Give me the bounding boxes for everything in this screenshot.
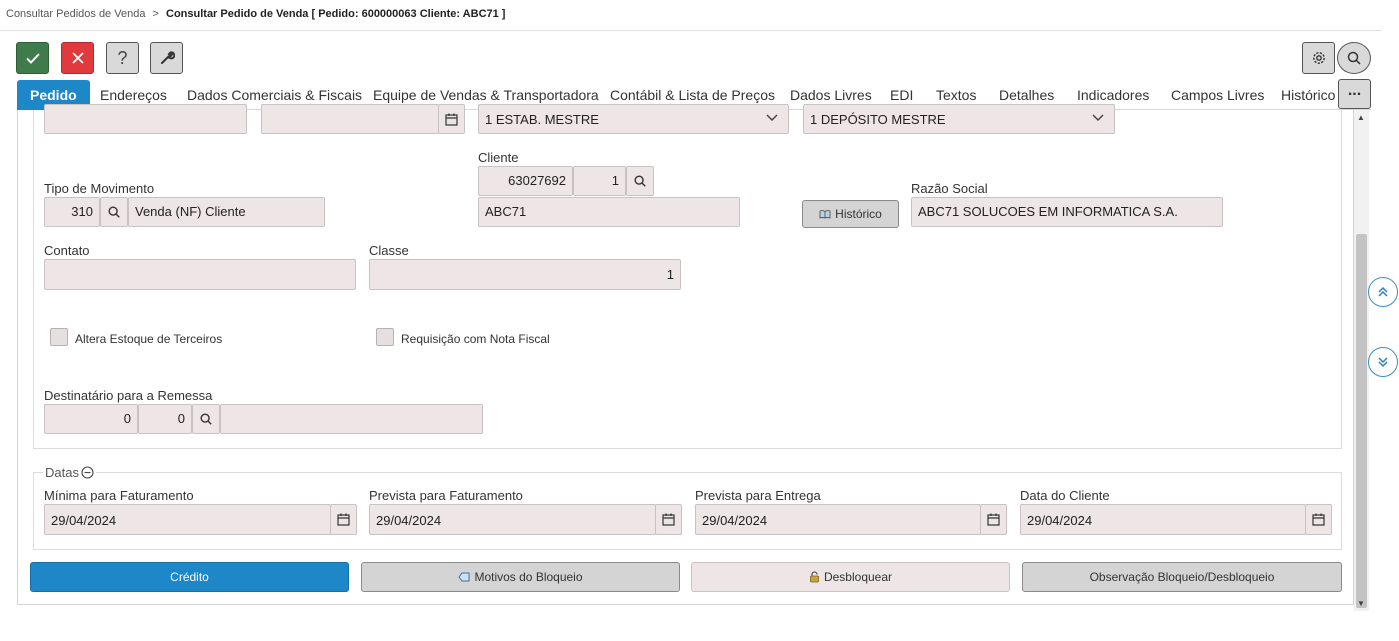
tipo-movimento-codigo[interactable]: 310 bbox=[44, 197, 100, 227]
destinatario-nome-field[interactable] bbox=[220, 404, 483, 434]
search-icon bbox=[1347, 51, 1361, 65]
datas-legend: Datas bbox=[43, 465, 96, 480]
wrench-icon bbox=[160, 51, 175, 64]
cliente-codigo-field[interactable]: 63027692 bbox=[478, 166, 573, 196]
razao-social-label: Razão Social bbox=[911, 181, 988, 196]
scroll-top-button[interactable] bbox=[1368, 277, 1398, 307]
more-icon: ... bbox=[1347, 82, 1362, 99]
credito-button-label: Crédito bbox=[170, 570, 209, 584]
contato-label: Contato bbox=[44, 243, 90, 258]
classe-label: Classe bbox=[369, 243, 409, 258]
minima-faturamento-label: Mínima para Faturamento bbox=[44, 488, 194, 503]
destinatario-label: Destinatário para a Remessa bbox=[44, 388, 213, 403]
search-button[interactable] bbox=[1337, 42, 1371, 74]
help-button[interactable]: ? bbox=[106, 42, 139, 74]
historico-button[interactable]: Histórico bbox=[802, 200, 899, 228]
cliente-loja-field[interactable]: 1 bbox=[573, 166, 626, 196]
scroll-bottom-button[interactable] bbox=[1368, 347, 1398, 377]
chevron-down-icon bbox=[766, 114, 778, 122]
motivos-bloqueio-button[interactable]: Motivos do Bloqueio bbox=[361, 562, 680, 592]
observacao-button[interactable]: Observação Bloqueio/Desbloqueio bbox=[1022, 562, 1342, 592]
estabelecimento-select[interactable]: 1 ESTAB. MESTRE bbox=[478, 104, 789, 134]
breadcrumb: Consultar Pedidos de Venda > Consultar P… bbox=[6, 8, 505, 20]
data-cliente-date-button[interactable] bbox=[1305, 504, 1332, 535]
book-icon bbox=[819, 210, 831, 219]
breadcrumb-parent[interactable]: Consultar Pedidos de Venda bbox=[6, 8, 145, 20]
prevista-faturamento-label: Prevista para Faturamento bbox=[369, 488, 523, 503]
date-picker-button[interactable] bbox=[438, 104, 465, 134]
prevista-entrega-field[interactable]: 29/04/2024 bbox=[695, 504, 981, 535]
minima-faturamento-date-button[interactable] bbox=[330, 504, 357, 535]
top-field-1[interactable] bbox=[44, 104, 247, 134]
tools-button[interactable] bbox=[150, 42, 183, 74]
deposito-select[interactable]: 1 DEPÓSITO MESTRE bbox=[803, 104, 1115, 134]
cliente-search-button[interactable] bbox=[626, 166, 654, 196]
desbloquear-label: Desbloquear bbox=[823, 570, 893, 584]
destinatario-codigo-field[interactable]: 0 bbox=[44, 404, 138, 434]
tag-icon bbox=[458, 572, 470, 582]
check-icon bbox=[25, 53, 40, 64]
contato-field[interactable] bbox=[44, 259, 356, 290]
close-icon bbox=[71, 52, 84, 64]
calendar-icon bbox=[337, 513, 350, 526]
requisicao-label: Requisição com Nota Fiscal bbox=[401, 332, 550, 346]
search-icon bbox=[108, 206, 120, 218]
prevista-entrega-date-button[interactable] bbox=[980, 504, 1007, 535]
calendar-icon bbox=[1312, 513, 1325, 526]
prevista-faturamento-field[interactable]: 29/04/2024 bbox=[369, 504, 656, 535]
tab-historico[interactable]: Histórico bbox=[1281, 80, 1335, 110]
destinatario-search-button[interactable] bbox=[192, 404, 220, 434]
altera-estoque-checkbox[interactable] bbox=[50, 328, 68, 346]
double-chevron-up-icon bbox=[1378, 286, 1388, 297]
calendar-icon bbox=[445, 113, 458, 126]
scroll-down-arrow-icon[interactable]: ▼ bbox=[1357, 599, 1365, 608]
motivos-bloqueio-label: Motivos do Bloqueio bbox=[474, 570, 583, 584]
data-cliente-label: Data do Cliente bbox=[1020, 488, 1110, 503]
search-icon bbox=[200, 413, 212, 425]
tipo-movimento-descricao[interactable]: Venda (NF) Cliente bbox=[128, 197, 325, 227]
deposito-value: 1 DEPÓSITO MESTRE bbox=[810, 112, 946, 127]
altera-estoque-label: Altera Estoque de Terceiros bbox=[75, 332, 223, 346]
minima-faturamento-field[interactable]: 29/04/2024 bbox=[44, 504, 331, 535]
unlock-icon bbox=[810, 571, 819, 583]
search-icon bbox=[634, 175, 646, 187]
collapse-icon[interactable] bbox=[81, 466, 94, 479]
breadcrumb-separator: > bbox=[152, 8, 159, 20]
classe-field[interactable]: 1 bbox=[369, 259, 681, 290]
calendar-icon bbox=[987, 513, 1000, 526]
destinatario-loja-field[interactable]: 0 bbox=[138, 404, 192, 434]
double-chevron-down-icon bbox=[1378, 357, 1388, 368]
header-divider bbox=[0, 30, 1382, 31]
razao-social-field[interactable]: ABC71 SOLUCOES EM INFORMATICA S.A. bbox=[911, 197, 1223, 227]
scrollbar-thumb[interactable] bbox=[1356, 234, 1367, 608]
breadcrumb-current: Consultar Pedido de Venda [ Pedido: 6000… bbox=[166, 8, 506, 20]
scroll-up-arrow-icon[interactable]: ▲ bbox=[1357, 113, 1365, 122]
observacao-label: Observação Bloqueio/Desbloqueio bbox=[1089, 570, 1275, 584]
prevista-faturamento-date-button[interactable] bbox=[655, 504, 682, 535]
data-cliente-field[interactable]: 29/04/2024 bbox=[1020, 504, 1306, 535]
tipo-movimento-label: Tipo de Movimento bbox=[44, 181, 155, 196]
confirm-button[interactable] bbox=[16, 42, 49, 74]
calendar-icon bbox=[662, 513, 675, 526]
prevista-entrega-label: Prevista para Entrega bbox=[695, 488, 821, 503]
tipo-movimento-search-button[interactable] bbox=[100, 197, 128, 227]
cancel-button[interactable] bbox=[61, 42, 94, 74]
settings-button[interactable] bbox=[1302, 42, 1335, 74]
credito-button[interactable]: Crédito bbox=[30, 562, 349, 592]
top-field-2[interactable] bbox=[261, 104, 439, 134]
help-icon: ? bbox=[117, 47, 128, 68]
more-tabs-button[interactable]: ... bbox=[1338, 79, 1371, 109]
cliente-nome-field[interactable]: ABC71 bbox=[478, 197, 740, 227]
gear-icon bbox=[1312, 52, 1325, 64]
tab-campos-livres[interactable]: Campos Livres bbox=[1171, 80, 1264, 110]
requisicao-checkbox[interactable] bbox=[376, 328, 394, 346]
cliente-label: Cliente bbox=[478, 150, 519, 165]
datas-legend-label: Datas bbox=[45, 465, 79, 480]
chevron-down-icon bbox=[1092, 114, 1104, 122]
desbloquear-button[interactable]: Desbloquear bbox=[691, 562, 1010, 592]
estabelecimento-value: 1 ESTAB. MESTRE bbox=[485, 112, 599, 127]
historico-button-label: Histórico bbox=[835, 207, 882, 221]
